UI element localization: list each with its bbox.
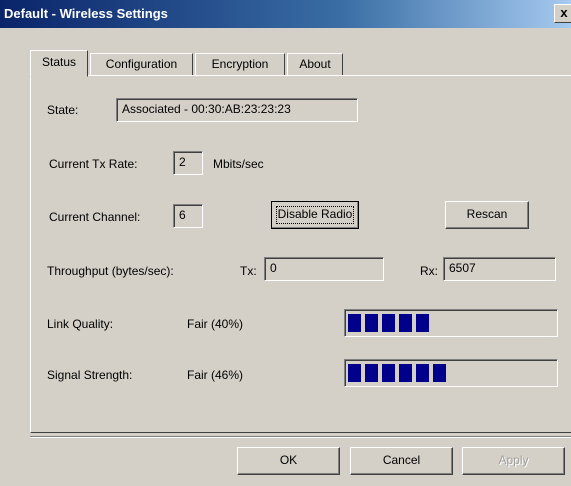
link-quality-value: Fair (40%) <box>187 317 244 331</box>
signal-strength-segment <box>348 364 361 382</box>
signal-strength-segment <box>382 364 395 382</box>
cancel-label: Cancel <box>382 453 421 467</box>
tab-label: About <box>299 57 331 71</box>
signal-strength-segment <box>365 364 378 382</box>
signal-strength-meter <box>344 359 558 387</box>
close-button[interactable]: x <box>554 4 571 23</box>
tx-label: Tx: <box>240 264 257 278</box>
rescan-label: Rescan <box>466 207 508 221</box>
signal-strength-label: Signal Strength: <box>47 368 133 382</box>
tx-field: 0 <box>264 257 384 281</box>
signal-strength-fill <box>348 364 571 382</box>
title-bar[interactable]: Default - Wireless Settings x <box>0 0 571 28</box>
window-title: Default - Wireless Settings <box>4 6 168 21</box>
channel-label: Current Channel: <box>49 210 141 224</box>
tx-rate-field: 2 <box>173 151 203 175</box>
link-quality-label: Link Quality: <box>47 317 114 331</box>
channel-field: 6 <box>173 204 203 228</box>
state-field: Associated - 00:30:AB:23:23:23 <box>116 98 358 122</box>
rescan-button[interactable]: Rescan <box>445 201 529 229</box>
close-icon: x <box>560 5 568 20</box>
tab-label: Configuration <box>105 57 178 71</box>
link-quality-meter <box>344 309 558 337</box>
link-quality-fill <box>348 314 571 332</box>
ok-label: OK <box>279 453 298 467</box>
signal-strength-segment <box>433 364 446 382</box>
tab-configuration[interactable]: Configuration <box>90 53 193 76</box>
rx-field: 6507 <box>443 257 556 281</box>
link-quality-segment <box>382 314 395 332</box>
tab-encryption[interactable]: Encryption <box>195 53 285 76</box>
link-quality-segment <box>399 314 412 332</box>
tab-label: Status <box>41 55 77 69</box>
link-quality-segment <box>348 314 361 332</box>
tab-about[interactable]: About <box>287 53 343 76</box>
tx-rate-label: Current Tx Rate: <box>49 157 138 171</box>
signal-strength-segment <box>416 364 429 382</box>
throughput-label: Throughput (bytes/sec): <box>47 264 174 278</box>
rx-label: Rx: <box>420 264 438 278</box>
cancel-button[interactable]: Cancel <box>350 447 453 475</box>
wireless-settings-dialog: Default - Wireless Settings x Status Con… <box>0 0 571 486</box>
tx-rate-unit: Mbits/sec <box>213 157 264 171</box>
tab-label: Encryption <box>211 57 269 71</box>
focus-indicator <box>276 206 354 224</box>
signal-strength-segment <box>399 364 412 382</box>
state-label: State: <box>47 103 79 117</box>
apply-button[interactable]: Apply <box>462 447 565 475</box>
signal-strength-value: Fair (46%) <box>187 368 244 382</box>
link-quality-segment <box>365 314 378 332</box>
ok-button[interactable]: OK <box>237 447 340 475</box>
apply-label: Apply <box>498 453 529 467</box>
tab-status[interactable]: Status <box>30 50 88 77</box>
link-quality-segment <box>416 314 429 332</box>
disable-radio-button[interactable]: Disable Radio <box>271 201 359 229</box>
bottom-separator <box>30 436 571 438</box>
